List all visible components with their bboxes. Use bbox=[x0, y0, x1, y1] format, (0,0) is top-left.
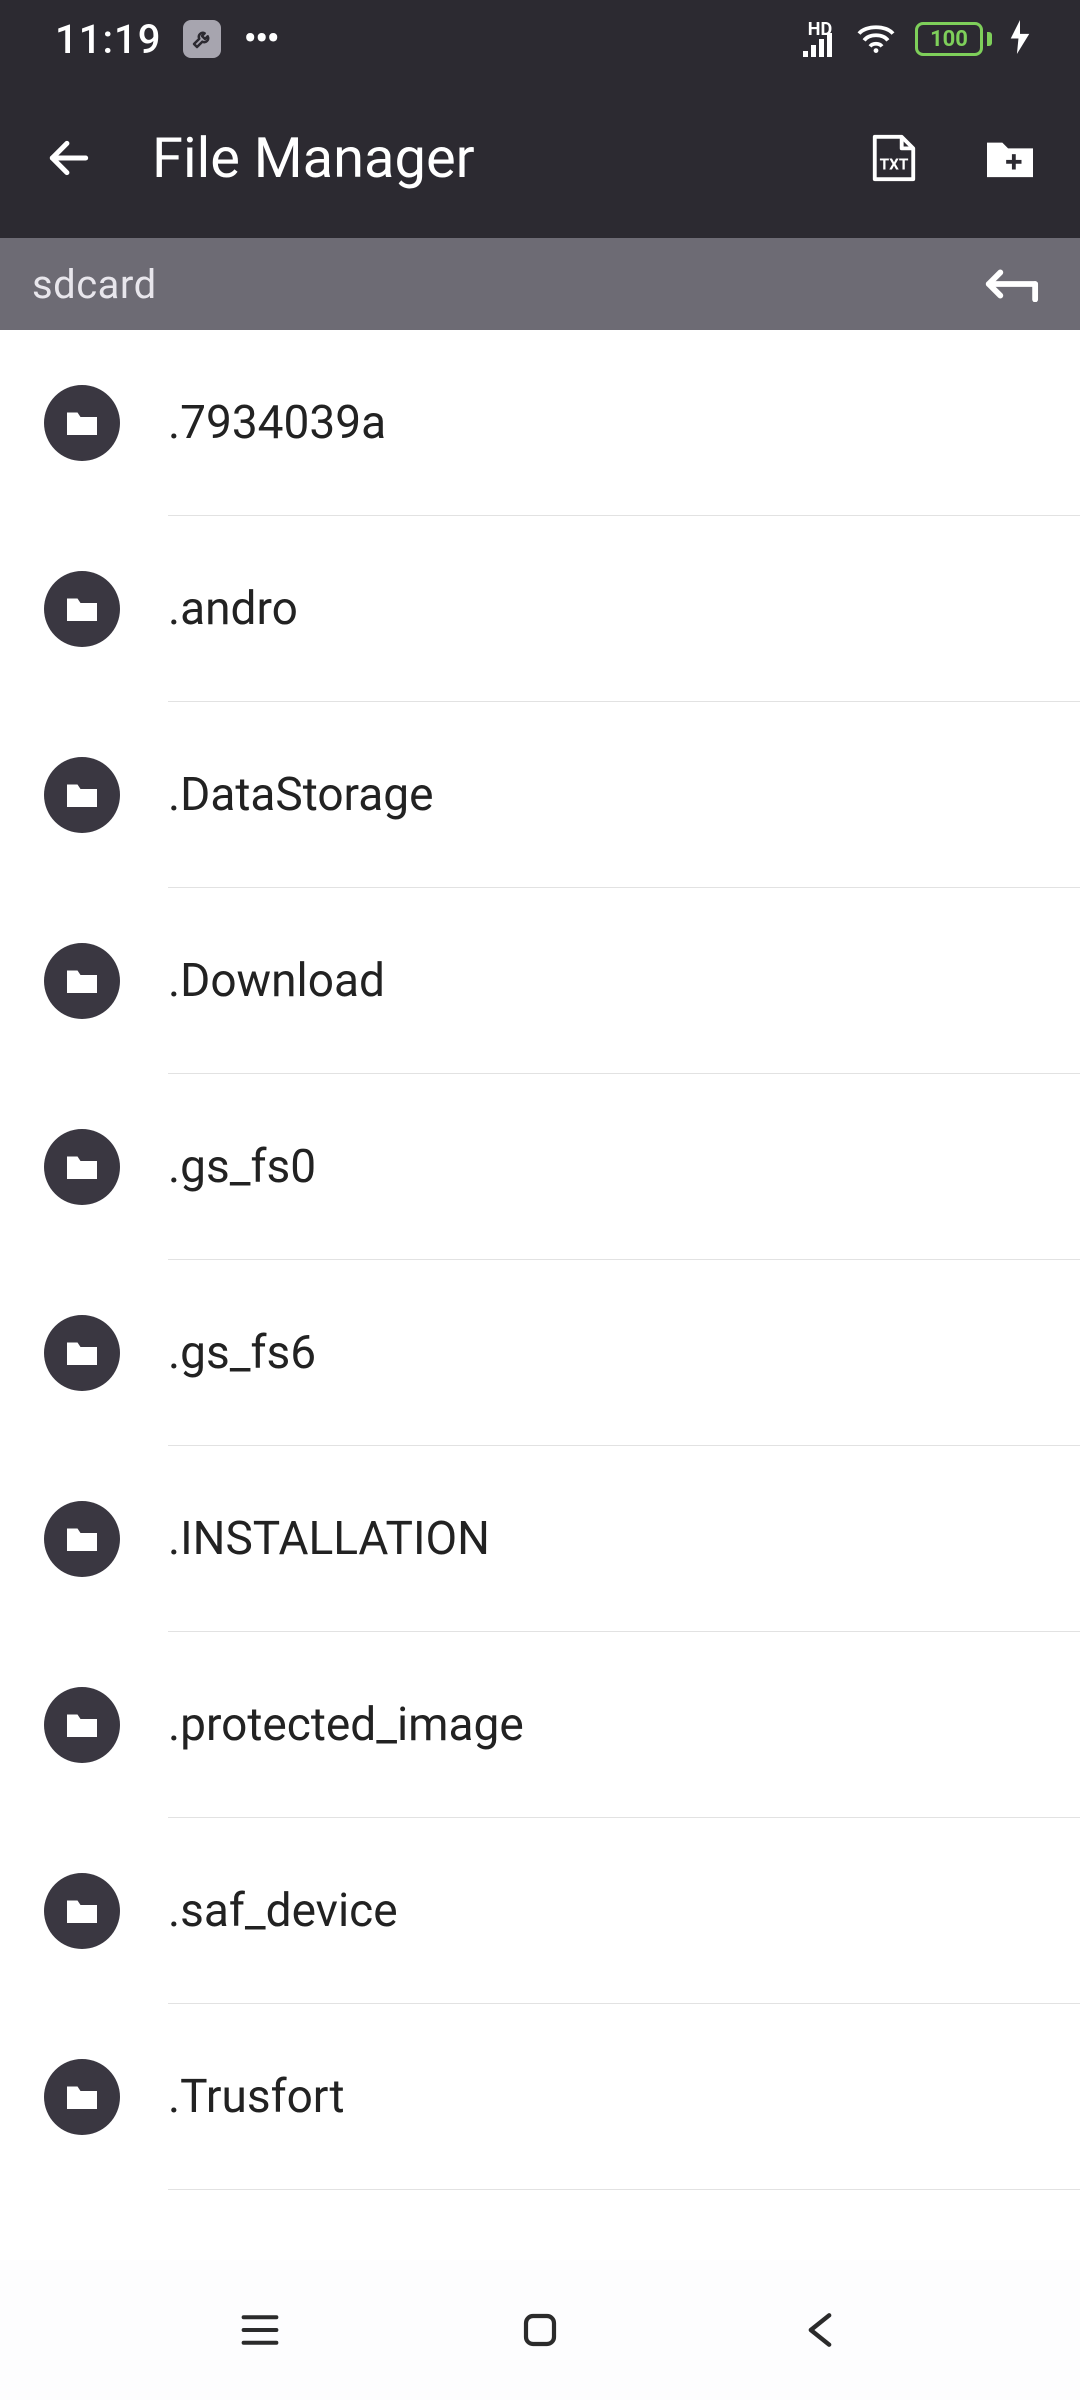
path-label: sdcard bbox=[32, 261, 978, 308]
file-name: .saf_device bbox=[168, 1884, 398, 1938]
list-item[interactable]: .7934039a bbox=[0, 330, 1080, 516]
file-name: .Trusfort bbox=[168, 2070, 345, 2124]
battery-indicator: 100 bbox=[915, 22, 992, 56]
file-name: .protected_image bbox=[168, 1698, 524, 1752]
home-button[interactable] bbox=[500, 2290, 580, 2370]
file-name: .DataStorage bbox=[168, 768, 434, 822]
wifi-icon bbox=[855, 20, 897, 58]
file-name: .7934039a bbox=[168, 396, 386, 450]
file-name: .gs_fs0 bbox=[168, 1140, 316, 1194]
more-icon: ••• bbox=[243, 34, 278, 44]
status-left: 11:19 ••• bbox=[55, 16, 278, 63]
system-nav-bar bbox=[0, 2260, 1080, 2400]
list-item[interactable]: .DataStorage bbox=[0, 702, 1080, 888]
list-item[interactable]: .Trusfort bbox=[0, 2004, 1080, 2190]
folder-icon bbox=[44, 1129, 120, 1205]
folder-icon bbox=[44, 943, 120, 1019]
folder-icon bbox=[44, 757, 120, 833]
folder-icon bbox=[44, 571, 120, 647]
list-item[interactable]: .andro bbox=[0, 516, 1080, 702]
page-title: File Manager bbox=[152, 125, 810, 191]
file-name: .INSTALLATION bbox=[168, 1512, 490, 1566]
file-name: .andro bbox=[168, 582, 298, 636]
folder-icon bbox=[44, 1315, 120, 1391]
path-bar: sdcard bbox=[0, 238, 1080, 330]
svg-text:TXT: TXT bbox=[880, 156, 909, 174]
up-directory-button[interactable] bbox=[978, 252, 1042, 316]
folder-icon bbox=[44, 385, 120, 461]
recents-button[interactable] bbox=[220, 2290, 300, 2370]
status-bar: 11:19 ••• HD 100 bbox=[0, 0, 1080, 78]
folder-icon bbox=[44, 1687, 120, 1763]
list-item[interactable]: .saf_device bbox=[0, 1818, 1080, 2004]
charging-icon bbox=[1010, 20, 1030, 58]
list-item[interactable]: .INSTALLATION bbox=[0, 1446, 1080, 1632]
signal-icon: HD bbox=[803, 21, 837, 57]
back-nav-button[interactable] bbox=[780, 2290, 860, 2370]
folder-icon bbox=[44, 1501, 120, 1577]
list-item[interactable]: .Download bbox=[0, 888, 1080, 1074]
app-bar: File Manager TXT bbox=[0, 78, 1080, 238]
new-folder-button[interactable] bbox=[982, 130, 1038, 186]
battery-level: 100 bbox=[930, 27, 968, 52]
list-item[interactable]: .protected_image bbox=[0, 1632, 1080, 1818]
file-name: .gs_fs6 bbox=[168, 1326, 316, 1380]
folder-icon bbox=[44, 2059, 120, 2135]
list-item[interactable]: .gs_fs6 bbox=[0, 1260, 1080, 1446]
back-button[interactable] bbox=[42, 131, 96, 185]
new-text-file-button[interactable]: TXT bbox=[866, 130, 922, 186]
status-time: 11:19 bbox=[55, 16, 161, 63]
file-list: .7934039a .andro .DataStorage .Download … bbox=[0, 330, 1080, 2260]
file-name: .Download bbox=[168, 954, 385, 1008]
status-right: HD 100 bbox=[803, 20, 1030, 58]
list-item[interactable]: .gs_fs0 bbox=[0, 1074, 1080, 1260]
folder-icon bbox=[44, 1873, 120, 1949]
wrench-icon bbox=[183, 20, 221, 58]
